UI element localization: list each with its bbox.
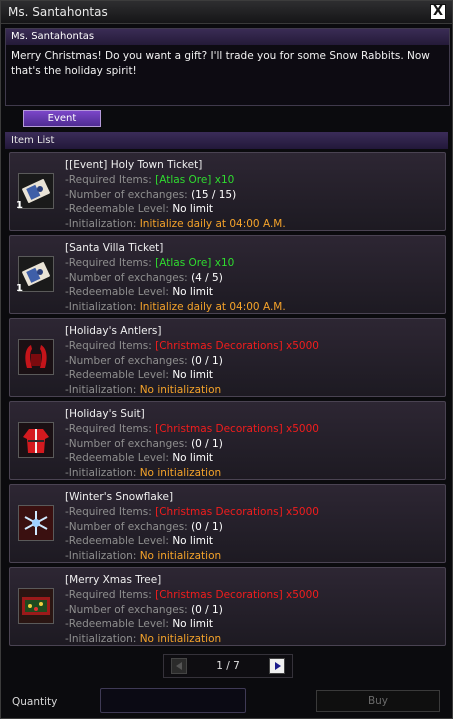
required-items: [Atlas Ore] x10: [155, 174, 235, 186]
title-bar[interactable]: Ms. Santahontas X: [1, 1, 452, 24]
ticket-icon: 1: [16, 173, 54, 211]
item-name: [[Event] Holy Town Ticket]: [65, 159, 203, 171]
required-items: [Christmas Decorations] x5000: [155, 423, 319, 435]
item-quantity: 1: [16, 200, 23, 211]
antlers-icon: [18, 339, 54, 375]
required-items: [Atlas Ore] x10: [155, 257, 235, 269]
list-item[interactable]: 1 [[Event] Holy Town Ticket] -Required Ite…: [9, 152, 446, 231]
level-label: -Redeemable Level:: [65, 203, 169, 215]
required-label: -Required Items:: [65, 257, 152, 269]
npc-dialogue-box: Ms. Santahontas Merry Christmas! Do you …: [5, 28, 450, 106]
exchange-count: (4 / 5): [191, 271, 223, 284]
redeemable-level: No limit: [172, 535, 214, 547]
exchanges-label: -Number of exchanges:: [65, 437, 188, 450]
level-label: -Redeemable Level:: [65, 535, 169, 547]
init-label: -Initialization:: [65, 217, 137, 230]
redeemable-level: No limit: [172, 286, 214, 298]
redeemable-level: No limit: [172, 203, 214, 215]
level-label: -Redeemable Level:: [65, 286, 169, 298]
exchanges-label: -Number of exchanges:: [65, 271, 188, 284]
list-item[interactable]: [Merry Xmas Tree] -Required Items: [Chris…: [9, 567, 446, 646]
required-items: [Christmas Decorations] x5000: [155, 506, 319, 518]
purchase-bar: Quantity Buy: [5, 685, 448, 717]
exchange-count: (0 / 1): [191, 520, 223, 533]
item-quantity: 1: [16, 283, 23, 294]
init-label: -Initialization:: [65, 632, 137, 645]
item-name: [Winter's Snowflake]: [65, 491, 174, 503]
suit-icon: [18, 422, 54, 458]
redeemable-level: No limit: [172, 452, 214, 464]
level-label: -Redeemable Level:: [65, 452, 169, 464]
required-items: [Christmas Decorations] x5000: [155, 589, 319, 601]
redeemable-level: No limit: [172, 369, 214, 381]
initialization-value: Initialize daily at 04:00 A.M.: [139, 300, 286, 313]
ticket-icon: 1: [16, 256, 54, 294]
exchange-count: (0 / 1): [191, 354, 223, 367]
exchanges-label: -Number of exchanges:: [65, 603, 188, 616]
item-name: [Santa Villa Ticket]: [65, 242, 164, 254]
init-label: -Initialization:: [65, 300, 137, 313]
list-item[interactable]: [Holiday's Suit] -Required Items: [Christ…: [9, 401, 446, 480]
item-name: [Merry Xmas Tree]: [65, 574, 162, 586]
init-label: -Initialization:: [65, 383, 137, 396]
init-label: -Initialization:: [65, 466, 137, 479]
required-label: -Required Items:: [65, 423, 152, 435]
quantity-input[interactable]: [100, 688, 246, 713]
redeemable-level: No limit: [172, 618, 214, 630]
npc-name: Ms. Santahontas: [6, 29, 449, 45]
item-name: [Holiday's Suit]: [65, 408, 145, 420]
pagination: 1 / 7: [163, 654, 293, 678]
list-item[interactable]: [Winter's Snowflake] -Required Items: [Ch…: [9, 484, 446, 563]
initialization-value: No initialization: [139, 466, 222, 479]
buy-button[interactable]: Buy: [316, 690, 440, 712]
level-label: -Redeemable Level:: [65, 369, 169, 381]
exchange-count: (0 / 1): [191, 603, 223, 616]
window-title: Ms. Santahontas: [8, 5, 108, 19]
list-item[interactable]: [Holiday's Antlers] -Required Items: [Chr…: [9, 318, 446, 397]
item-name: [Holiday's Antlers]: [65, 325, 162, 337]
required-items: [Christmas Decorations] x5000: [155, 340, 319, 352]
exchanges-label: -Number of exchanges:: [65, 354, 188, 367]
exchange-count: (0 / 1): [191, 437, 223, 450]
required-label: -Required Items:: [65, 589, 152, 601]
item-list-header: Item List: [5, 132, 448, 149]
initialization-value: No initialization: [139, 632, 222, 645]
initialization-value: No initialization: [139, 383, 222, 396]
initialization-value: No initialization: [139, 549, 222, 562]
exchanges-label: -Number of exchanges:: [65, 188, 188, 201]
level-label: -Redeemable Level:: [65, 618, 169, 630]
tab-event[interactable]: Event: [23, 110, 101, 127]
xmas-tree-icon: [18, 588, 54, 624]
exchange-window: Ms. Santahontas X Ms. Santahontas Merry …: [0, 0, 453, 719]
list-item[interactable]: 1 [Santa Villa Ticket] -Required Items: [A…: [9, 235, 446, 314]
close-button[interactable]: X: [430, 4, 446, 20]
item-list: 1 [[Event] Holy Town Ticket] -Required Ite…: [9, 152, 446, 650]
required-label: -Required Items:: [65, 506, 152, 518]
required-label: -Required Items:: [65, 174, 152, 186]
exchanges-label: -Number of exchanges:: [65, 520, 188, 533]
npc-dialogue: Merry Christmas! Do you want a gift? I'l…: [11, 50, 430, 77]
initialization-value: Initialize daily at 04:00 A.M.: [139, 217, 286, 230]
next-page-button[interactable]: [269, 658, 285, 674]
required-label: -Required Items:: [65, 340, 152, 352]
snowflake-icon: [18, 505, 54, 541]
quantity-label: Quantity: [12, 696, 58, 708]
exchange-count: (15 / 15): [191, 188, 237, 201]
init-label: -Initialization:: [65, 549, 137, 562]
